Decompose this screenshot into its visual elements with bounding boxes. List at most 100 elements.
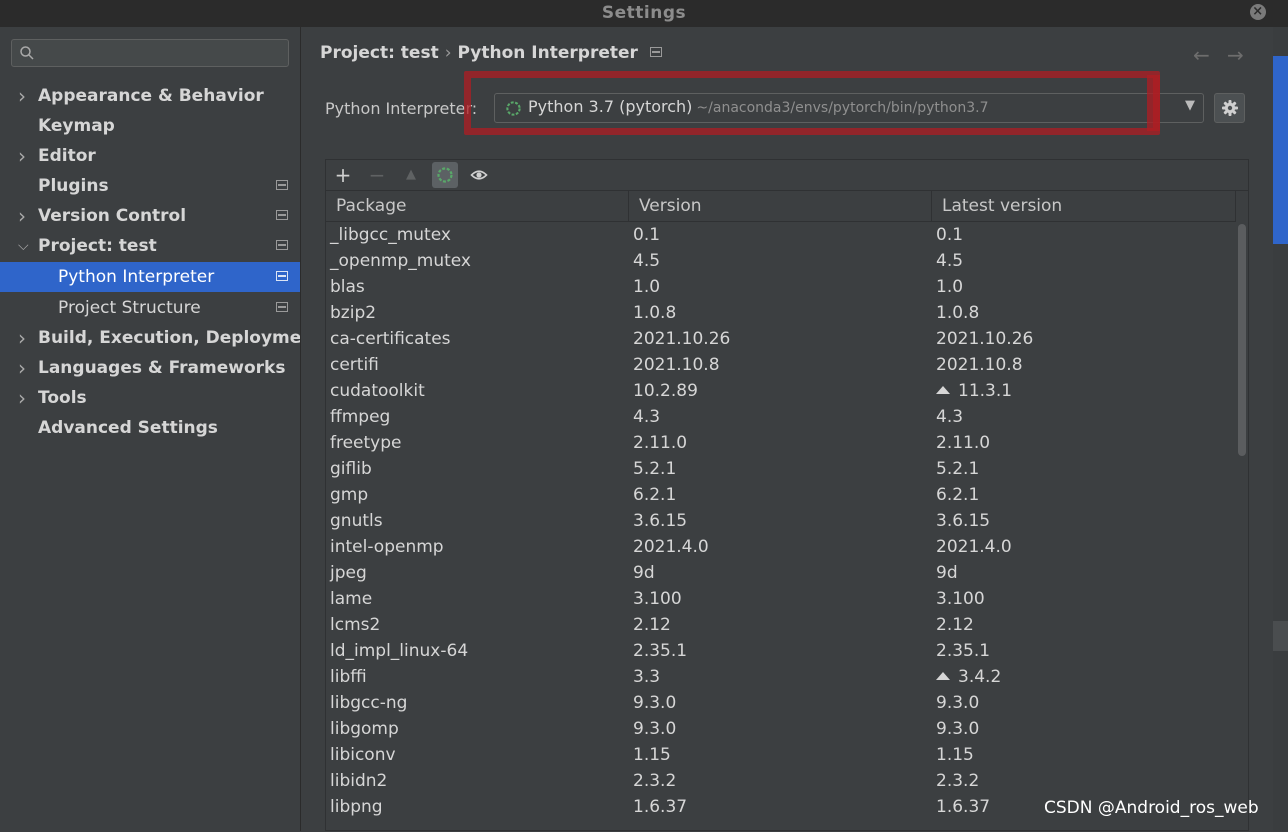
column-header-version[interactable]: Version — [629, 191, 932, 221]
package-name-cell: libidn2 — [330, 771, 388, 791]
chevron-right-icon[interactable]: › — [18, 141, 30, 171]
use-conda-button[interactable] — [432, 162, 458, 188]
remove-package-button[interactable]: − — [364, 162, 390, 188]
table-row[interactable]: blas 1.0 1.0 — [326, 274, 1236, 300]
package-name-cell: _openmp_mutex — [330, 251, 471, 271]
version-cell: 2.35.1 — [633, 641, 688, 661]
sidebar-item-languages-frameworks[interactable]: › Languages & Frameworks — [0, 353, 300, 383]
table-row[interactable]: certifi 2021.10.8 2021.10.8 — [326, 352, 1236, 378]
project-scope-icon — [276, 271, 288, 281]
latest-version-cell: 3.100 — [936, 586, 985, 612]
chevron-down-icon[interactable]: ▼ — [1185, 98, 1195, 113]
latest-version-cell: 2.12 — [936, 612, 974, 638]
table-row[interactable]: libgcc-ng 9.3.0 9.3.0 — [326, 690, 1236, 716]
package-name-cell: libffi — [330, 667, 367, 687]
latest-version-text: 11.3.1 — [958, 381, 1013, 401]
watermark: CSDN @Android_ros_web — [1044, 798, 1259, 818]
show-early-releases-button[interactable] — [466, 162, 492, 188]
chevron-right-icon[interactable]: › — [18, 383, 30, 413]
chevron-right-icon[interactable]: › — [18, 201, 30, 231]
latest-version-cell: 4.5 — [936, 248, 963, 274]
table-row[interactable]: freetype 2.11.0 2.11.0 — [326, 430, 1236, 456]
sidebar-item-build-execution-deployment[interactable]: › Build, Execution, Deployment — [0, 323, 300, 353]
table-row[interactable]: libidn2 2.3.2 2.3.2 — [326, 768, 1236, 794]
column-header-package[interactable]: Package — [326, 191, 629, 221]
sidebar-item-label: Editor — [38, 146, 96, 166]
version-cell: 4.5 — [633, 251, 661, 271]
latest-version-cell: 2021.4.0 — [936, 534, 1012, 560]
interpreter-settings-button[interactable] — [1214, 93, 1245, 123]
table-row[interactable]: intel-openmp 2021.4.0 2021.4.0 — [326, 534, 1236, 560]
sidebar-item-project-structure[interactable]: Project Structure — [0, 293, 300, 323]
version-cell: 1.0.8 — [633, 303, 677, 323]
table-row[interactable]: lame 3.100 3.100 — [326, 586, 1236, 612]
table-row[interactable]: lcms2 2.12 2.12 — [326, 612, 1236, 638]
table-row[interactable]: libffi 3.3 3.4.2 — [326, 664, 1236, 690]
table-row[interactable]: jpeg 9d 9d — [326, 560, 1236, 586]
table-row[interactable]: libgomp 9.3.0 9.3.0 — [326, 716, 1236, 742]
packages-scrollbar[interactable] — [1237, 222, 1248, 830]
upgrade-package-button[interactable]: ▲ — [398, 162, 424, 188]
version-cell: 9.3.0 — [633, 693, 677, 713]
version-cell: 4.3 — [633, 407, 661, 427]
table-row[interactable]: gnutls 3.6.15 3.6.15 — [326, 508, 1236, 534]
sidebar-item-advanced-settings[interactable]: Advanced Settings — [0, 413, 300, 443]
package-name-cell: blas — [330, 277, 365, 297]
version-cell: 3.100 — [633, 589, 682, 609]
version-cell: 2.11.0 — [633, 433, 688, 453]
package-name-cell: libgcc-ng — [330, 693, 408, 713]
scrollbar-thumb[interactable] — [1238, 224, 1246, 456]
table-row[interactable]: giflib 5.2.1 5.2.1 — [326, 456, 1236, 482]
latest-version-cell: 9d — [936, 560, 958, 586]
package-name-cell: freetype — [330, 433, 402, 453]
forward-arrow-icon[interactable]: → — [1227, 43, 1244, 67]
sidebar-item-label: Version Control — [38, 206, 187, 226]
upgrade-available-icon — [936, 386, 950, 394]
table-row[interactable]: libiconv 1.15 1.15 — [326, 742, 1236, 768]
packages-toolbar: + − ▲ — [326, 160, 1248, 191]
window-title: Settings — [601, 3, 687, 23]
settings-search-input[interactable] — [11, 39, 289, 67]
chevron-down-icon[interactable]: ⌵ — [18, 231, 30, 261]
settings-content: Project: test › Python Interpreter ← → Pyt… — [301, 27, 1273, 831]
add-package-button[interactable]: + — [330, 162, 356, 188]
latest-version-cell: 1.6.37 — [936, 794, 990, 820]
sidebar-item-project-test[interactable]: ⌵ Project: test — [0, 231, 300, 261]
sidebar-item-label: Appearance & Behavior — [38, 86, 264, 106]
sidebar-item-version-control[interactable]: › Version Control — [0, 201, 300, 231]
sidebar-item-appearance-behavior[interactable]: › Appearance & Behavior — [0, 81, 300, 111]
close-window-button[interactable]: × — [1250, 4, 1266, 20]
sidebar-item-python-interpreter[interactable]: Python Interpreter — [0, 262, 300, 292]
latest-version-cell: 2021.10.26 — [936, 326, 1033, 352]
table-row[interactable]: ca-certificates 2021.10.26 2021.10.26 — [326, 326, 1236, 352]
version-cell: 6.2.1 — [633, 485, 677, 505]
chevron-right-icon[interactable]: › — [18, 353, 30, 383]
sidebar-item-plugins[interactable]: Plugins — [0, 171, 300, 201]
latest-version-text: 1.15 — [936, 745, 974, 765]
table-row[interactable]: _libgcc_mutex 0.1 0.1 — [326, 222, 1236, 248]
latest-version-cell: 11.3.1 — [936, 378, 1012, 404]
sidebar-item-keymap[interactable]: Keymap — [0, 111, 300, 141]
table-row[interactable]: ffmpeg 4.3 4.3 — [326, 404, 1236, 430]
back-arrow-icon[interactable]: ← — [1193, 43, 1210, 67]
packages-panel: + − ▲ Package Version Latest version _li… — [325, 159, 1249, 831]
sidebar-item-editor[interactable]: › Editor — [0, 141, 300, 171]
table-row[interactable]: bzip2 1.0.8 1.0.8 — [326, 300, 1236, 326]
latest-version-cell: 4.3 — [936, 404, 963, 430]
upgrade-available-icon — [936, 672, 950, 680]
table-row[interactable]: gmp 6.2.1 6.2.1 — [326, 482, 1236, 508]
chevron-right-icon[interactable]: › — [18, 81, 30, 111]
sidebar-item-tools[interactable]: › Tools — [0, 383, 300, 413]
latest-version-cell: 0.1 — [936, 222, 963, 248]
package-name-cell: lcms2 — [330, 615, 381, 635]
breadcrumb-parent[interactable]: Project: test — [320, 43, 439, 63]
sidebar-item-label: Advanced Settings — [38, 418, 218, 438]
version-cell: 1.15 — [633, 745, 671, 765]
table-row[interactable]: _openmp_mutex 4.5 4.5 — [326, 248, 1236, 274]
chevron-right-icon[interactable]: › — [18, 323, 30, 353]
table-row[interactable]: ld_impl_linux-64 2.35.1 2.35.1 — [326, 638, 1236, 664]
latest-version-cell: 3.4.2 — [936, 664, 1001, 690]
gear-icon — [1222, 100, 1238, 116]
table-row[interactable]: cudatoolkit 10.2.89 11.3.1 — [326, 378, 1236, 404]
column-header-latest-version[interactable]: Latest version — [932, 191, 1236, 221]
